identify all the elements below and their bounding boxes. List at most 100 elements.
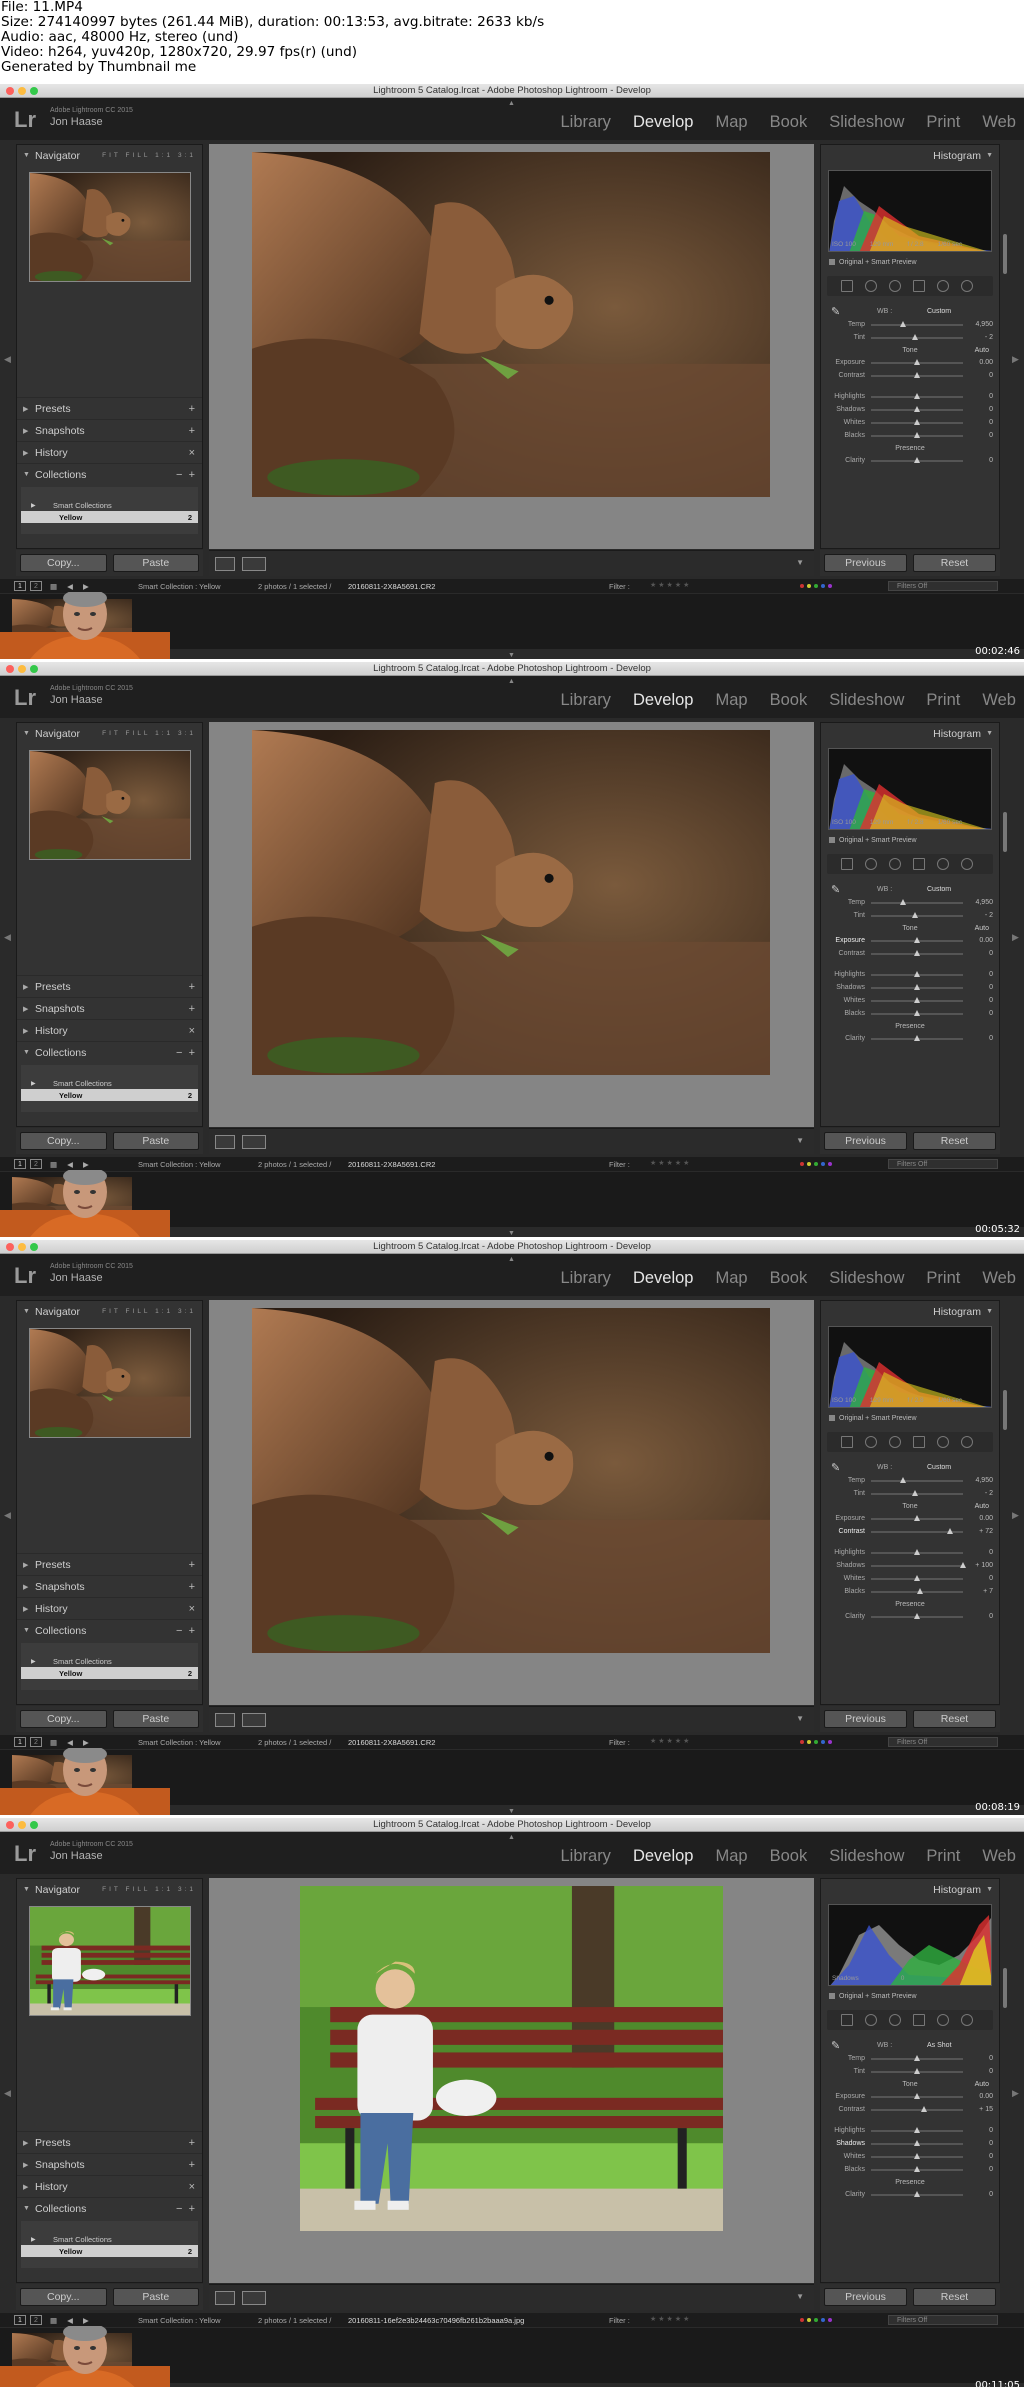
close-window-button[interactable] [6,1821,14,1829]
blacks-handle[interactable] [917,1587,924,1594]
shadows-slider[interactable]: Shadows 0 [827,2137,993,2150]
highlights-track[interactable] [871,1548,963,1555]
tint-slider[interactable]: Tint 0 [827,2065,993,2078]
graduated-filter-icon[interactable] [913,858,925,870]
rating-filter[interactable]: ★★★★★ [650,1159,691,1167]
shadows-track[interactable] [871,2139,963,2146]
exposure-slider[interactable]: Exposure 0.00 [827,356,993,369]
highlights-slider[interactable]: Highlights 0 [827,968,993,981]
grid-nav-icons[interactable]: ▦ ◀ ▶ [50,582,93,591]
previous-button[interactable]: Previous [824,554,907,572]
module-web[interactable]: Web [982,1269,1016,1287]
tint-track[interactable] [871,1489,963,1496]
module-map[interactable]: Map [715,113,747,131]
module-map[interactable]: Map [715,1847,747,1865]
module-web[interactable]: Web [982,691,1016,709]
crop-icon[interactable] [841,2014,853,2026]
wb-value[interactable]: Custom [927,886,951,893]
toolbar-menu-icon[interactable]: ▼ [796,2292,804,2301]
before-after-icon[interactable] [242,557,266,571]
temp-track[interactable] [871,1476,963,1483]
tint-value[interactable]: - 2 [967,1490,993,1497]
toolbar-menu-icon[interactable]: ▼ [796,558,804,567]
collections-header[interactable]: ▼ Collections − + [17,1041,202,1063]
shadows-value[interactable]: 0 [967,2140,993,2147]
clarity-handle[interactable] [914,1612,920,1619]
reset-button[interactable]: Reset [913,554,996,572]
red-eye-icon[interactable] [889,1436,901,1448]
module-web[interactable]: Web [982,113,1016,131]
module-book[interactable]: Book [770,113,808,131]
navigator-header[interactable]: ▼ Navigator FIT FILL 1:1 3:1 [17,145,202,166]
highlights-slider[interactable]: Highlights 0 [827,390,993,403]
histogram[interactable]: Shadows 0 [828,1904,992,1986]
exposure-value[interactable]: 0.00 [967,359,993,366]
tint-track[interactable] [871,911,963,918]
before-after-icon[interactable] [242,2291,266,2305]
module-library[interactable]: Library [561,113,611,131]
clarity-slider[interactable]: Clarity 0 [827,454,993,467]
shadows-value[interactable]: 0 [967,406,993,413]
highlights-handle[interactable] [914,2126,920,2133]
auto-tone-button[interactable]: Auto [975,1503,989,1510]
temp-value[interactable]: 4,950 [967,321,993,328]
filmstrip-source[interactable]: Smart Collection : Yellow [138,582,221,591]
filters-dropdown[interactable]: Filters Off [888,1737,998,1747]
highlights-value[interactable]: 0 [967,971,993,978]
spot-removal-icon[interactable] [865,280,877,292]
filmstrip-page-2[interactable]: 2 [30,581,42,591]
main-photo[interactable] [252,1308,770,1653]
zoom-window-button[interactable] [30,1243,38,1251]
paste-button[interactable]: Paste [112,2288,199,2306]
clarity-track[interactable] [871,456,963,463]
clarity-handle[interactable] [914,456,920,463]
close-window-button[interactable] [6,665,14,673]
temp-track[interactable] [871,320,963,327]
filmstrip-page-1[interactable]: 1 [14,581,26,591]
close-window-button[interactable] [6,87,14,95]
radial-filter-icon[interactable] [937,2014,949,2026]
clear-history-icon[interactable]: × [189,447,195,459]
brush-icon[interactable] [961,1436,973,1448]
whites-handle[interactable] [914,418,920,425]
exposure-slider[interactable]: Exposure 0.00 [827,2090,993,2103]
filmstrip-page-1[interactable]: 1 [14,1159,26,1169]
tint-value[interactable]: - 2 [967,912,993,919]
graduated-filter-icon[interactable] [913,280,925,292]
loupe-view-icon[interactable] [215,1135,235,1149]
filmstrip-filename[interactable]: 20160811-2X8A5691.CR2 [348,1738,435,1747]
clarity-track[interactable] [871,2190,963,2197]
checkbox-icon[interactable] [829,837,835,843]
color-label-filter[interactable] [800,584,832,588]
chevron-up-icon[interactable]: ▲ [508,1256,515,1263]
paste-button[interactable]: Paste [112,554,199,572]
main-photo[interactable] [252,152,770,497]
temp-slider[interactable]: Temp 4,950 [827,896,993,909]
blacks-handle[interactable] [914,2165,920,2172]
whites-slider[interactable]: Whites 0 [827,2150,993,2163]
crop-icon[interactable] [841,858,853,870]
color-label-filter[interactable] [800,1740,832,1744]
navigator-preview[interactable] [28,1328,191,1438]
contrast-value[interactable]: + 72 [967,1528,993,1535]
collection-yellow[interactable]: Yellow 2 [21,1089,198,1101]
collection-yellow[interactable]: Yellow 2 [21,2245,198,2257]
add-preset-icon[interactable]: + [189,403,195,415]
filmstrip-page-2[interactable]: 2 [30,1159,42,1169]
eyedropper-icon[interactable]: ✎ [831,1461,840,1474]
blacks-track[interactable] [871,1587,963,1594]
chevron-down-icon[interactable]: ▼ [508,652,515,659]
clarity-track[interactable] [871,1612,963,1619]
tint-handle[interactable] [912,1489,919,1496]
histogram[interactable]: ISO 100 129 mm f / 2.8 1/60 sec [828,1326,992,1408]
contrast-slider[interactable]: Contrast 0 [827,947,993,960]
contrast-handle[interactable] [914,371,920,378]
blacks-value[interactable]: + 7 [967,1588,993,1595]
graduated-filter-icon[interactable] [913,2014,925,2026]
filmstrip-page-2[interactable]: 2 [30,2315,42,2325]
history-header[interactable]: ▶ History × [17,1019,202,1041]
rating-filter[interactable]: ★★★★★ [650,1737,691,1745]
eyedropper-icon[interactable]: ✎ [831,883,840,896]
blacks-slider[interactable]: Blacks 0 [827,429,993,442]
module-library[interactable]: Library [561,1269,611,1287]
